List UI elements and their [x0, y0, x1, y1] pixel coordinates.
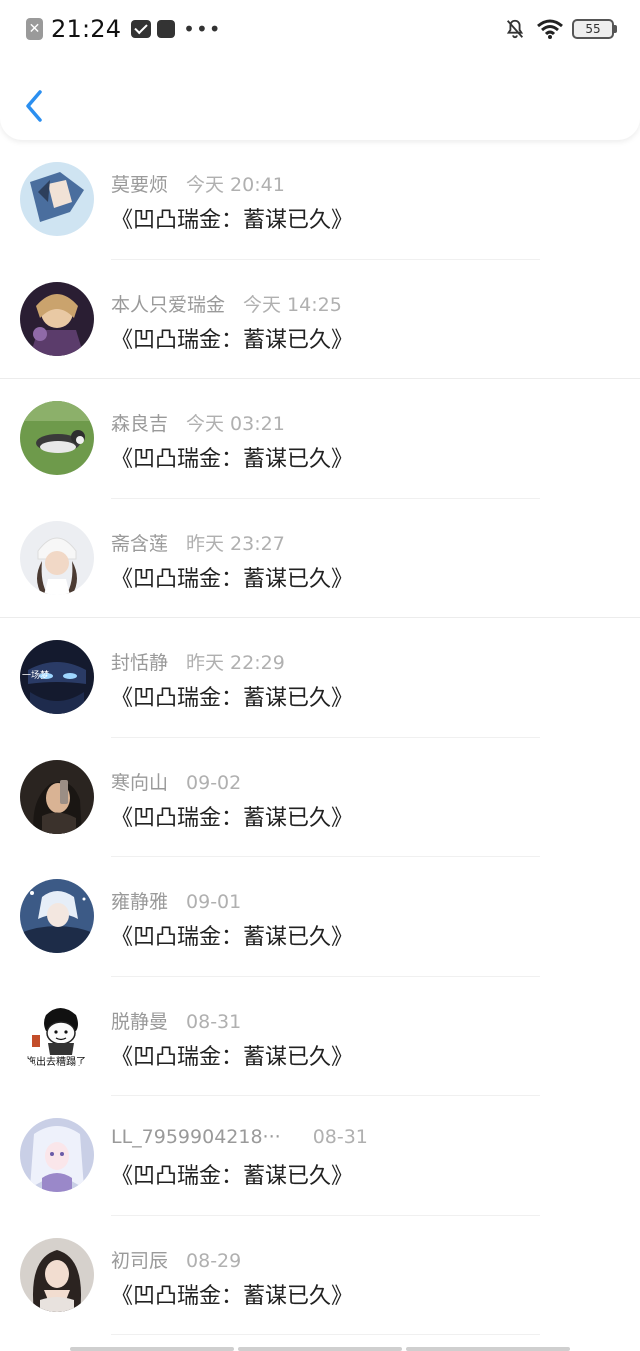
avatar[interactable] [20, 879, 94, 953]
user-name[interactable]: 雍静雅 [111, 891, 168, 913]
list-item[interactable]: 一场梦 封恬静 昨天 22:29 《凹凸瑞金：蓄谋已久》 [0, 618, 640, 738]
list-item[interactable]: 雍静雅 09-01 《凹凸瑞金：蓄谋已久》 [0, 857, 640, 977]
avatar[interactable]: 拖出去糟蹋了 [20, 998, 94, 1073]
comment-date: 今天 03:21 [186, 413, 285, 435]
comment-date: 08-29 [186, 1249, 242, 1272]
user-name[interactable]: 脱静曼 [111, 1011, 168, 1033]
status-bar: ✕ 21:24 ••• 55 [0, 0, 640, 60]
user-name[interactable]: LL_7959904218··· [111, 1126, 281, 1148]
comment-date: 08-31 [312, 1126, 368, 1148]
comment-date: 08-31 [186, 1010, 242, 1033]
list-item[interactable]: 初司辰 08-29 《凹凸瑞金：蓄谋已久》 [0, 1216, 640, 1335]
divider [111, 1334, 540, 1335]
back-button[interactable] [20, 86, 52, 126]
comment-date: 09-01 [186, 891, 242, 913]
list-item[interactable]: 斋含莲 昨天 23:27 《凹凸瑞金：蓄谋已久》 [0, 499, 640, 618]
bell-off-icon [506, 19, 524, 39]
avatar[interactable] [20, 1118, 94, 1192]
avatar[interactable] [20, 162, 94, 236]
list-item[interactable]: 寒向山 09-02 《凹凸瑞金：蓄谋已久》 [0, 738, 640, 857]
notification-app-icon [131, 20, 152, 38]
list-item[interactable]: 拖出去糟蹋了 脱静曼 08-31 《凹凸瑞金：蓄谋已久》 [0, 977, 640, 1096]
more-notifications-icon: ••• [183, 17, 222, 41]
status-time: 21:24 [51, 15, 122, 43]
top-bar: ✕ 21:24 ••• 55 [0, 0, 640, 140]
user-name[interactable]: 寒向山 [111, 772, 168, 794]
user-name[interactable]: 封恬静 [111, 652, 168, 674]
user-name[interactable]: 本人只爱瑞金 [111, 294, 225, 316]
list-item[interactable]: LL_7959904218··· 08-31 《凹凸瑞金：蓄谋已久》 [0, 1096, 640, 1216]
comment-content[interactable]: 《凹凸瑞金：蓄谋已久》 [111, 1158, 353, 1190]
comment-list: 莫要烦 今天 20:41 《凹凸瑞金：蓄谋已久》 本人只爱瑞金 今天 14:25 《… [0, 140, 640, 1335]
list-item[interactable]: 森良吉 今天 03:21 《凹凸瑞金：蓄谋已久》 [0, 379, 640, 499]
list-item[interactable]: 莫要烦 今天 20:41 《凹凸瑞金：蓄谋已久》 [0, 140, 640, 260]
list-item[interactable]: 本人只爱瑞金 今天 14:25 《凹凸瑞金：蓄谋已久》 [0, 260, 640, 379]
battery-level: 55 [585, 22, 601, 36]
comment-content[interactable]: 《凹凸瑞金：蓄谋已久》 [111, 680, 353, 712]
avatar-caption: 一场梦 [22, 670, 49, 681]
user-name[interactable]: 初司辰 [111, 1250, 168, 1272]
comment-content[interactable]: 《凹凸瑞金：蓄谋已久》 [111, 800, 353, 832]
comment-date: 昨天 22:29 [186, 652, 285, 674]
avatar[interactable] [20, 401, 94, 475]
comment-content[interactable]: 《凹凸瑞金：蓄谋已久》 [111, 322, 353, 354]
avatar-caption: 拖出去糟蹋了 [26, 1055, 86, 1068]
avatar[interactable]: 一场梦 [20, 640, 94, 714]
wifi-icon [537, 19, 563, 39]
no-sim-icon: ✕ [26, 18, 43, 40]
avatar[interactable] [20, 281, 94, 356]
user-name[interactable]: 斋含莲 [111, 533, 168, 555]
avatar[interactable] [20, 759, 94, 834]
comment-content[interactable]: 《凹凸瑞金：蓄谋已久》 [111, 441, 353, 473]
comment-content[interactable]: 《凹凸瑞金：蓄谋已久》 [111, 1039, 353, 1071]
loading-indicator [70, 1347, 570, 1351]
comment-content[interactable]: 《凹凸瑞金：蓄谋已久》 [111, 1278, 353, 1310]
comment-date: 09-02 [186, 771, 242, 794]
comment-date: 昨天 23:27 [186, 532, 285, 555]
comment-content[interactable]: 《凹凸瑞金：蓄谋已久》 [111, 202, 353, 234]
avatar[interactable] [20, 520, 94, 595]
comment-content[interactable]: 《凹凸瑞金：蓄谋已久》 [111, 919, 353, 951]
comment-content[interactable]: 《凹凸瑞金：蓄谋已久》 [111, 561, 353, 593]
battery-icon: 55 [572, 19, 617, 39]
user-name[interactable]: 莫要烦 [111, 174, 168, 196]
avatar[interactable] [20, 1237, 94, 1312]
comment-date: 今天 14:25 [243, 293, 342, 316]
user-name[interactable]: 森良吉 [111, 413, 168, 435]
notification-app-icon [157, 20, 176, 38]
comment-date: 今天 20:41 [186, 174, 285, 196]
